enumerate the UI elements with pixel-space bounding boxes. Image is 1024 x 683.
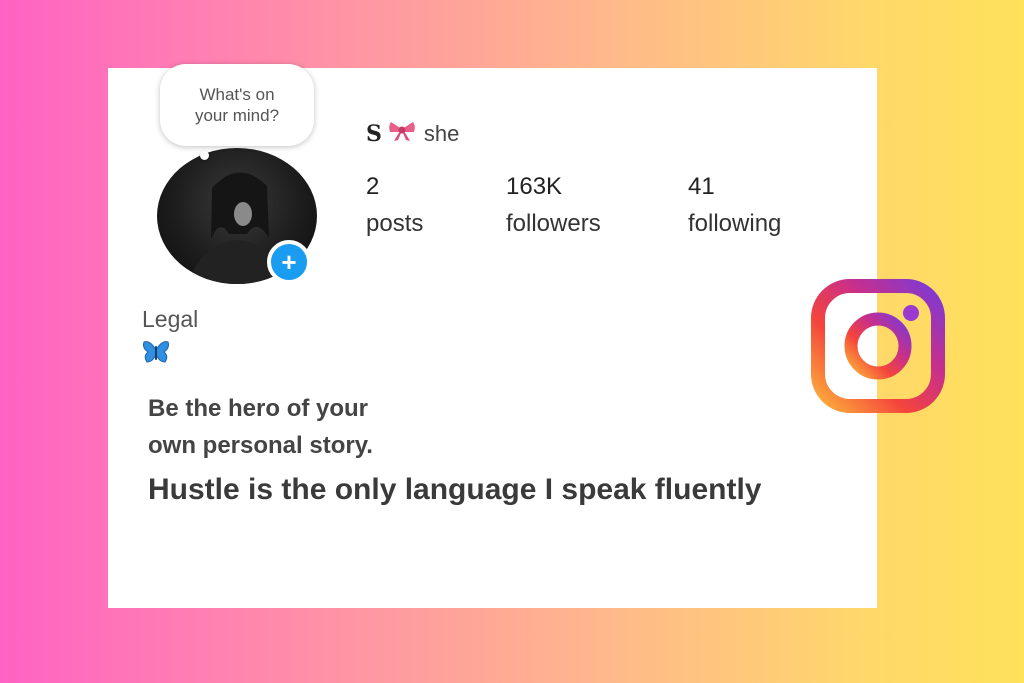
following-count: 41: [688, 173, 715, 200]
followers-count: 163K: [506, 173, 563, 200]
stat-followers[interactable]: 163K followers: [506, 172, 601, 242]
username-row: S she: [366, 120, 459, 148]
username-initial: S: [366, 121, 382, 147]
butterfly-icon: [142, 340, 170, 369]
bio-line-3: Hustle is the only language I speak flue…: [148, 473, 762, 506]
bio-line-2: own personal story.: [148, 432, 373, 459]
posts-count: 2: [366, 173, 380, 200]
stat-posts[interactable]: 2 posts: [366, 172, 423, 242]
pronouns: she: [423, 121, 460, 146]
add-story-button[interactable]: +: [267, 240, 311, 284]
status-bubble-text: What's on your mind?: [194, 85, 280, 125]
stat-following[interactable]: 41 following: [688, 172, 781, 242]
followers-label: followers: [506, 210, 601, 237]
bio-name: Legal: [142, 306, 199, 332]
following-label: following: [688, 210, 782, 237]
add-story-icon: +: [281, 247, 297, 277]
posts-label: posts: [366, 210, 424, 237]
bio-line-1: Be the hero of your: [148, 395, 369, 422]
bow-icon: [388, 120, 416, 148]
status-bubble-tail: [200, 151, 209, 160]
instagram-logo-icon: [810, 278, 946, 419]
profile-card: What's on your mind? + S she 2 posts 163…: [108, 64, 877, 608]
status-bubble[interactable]: What's on your mind?: [160, 64, 314, 146]
